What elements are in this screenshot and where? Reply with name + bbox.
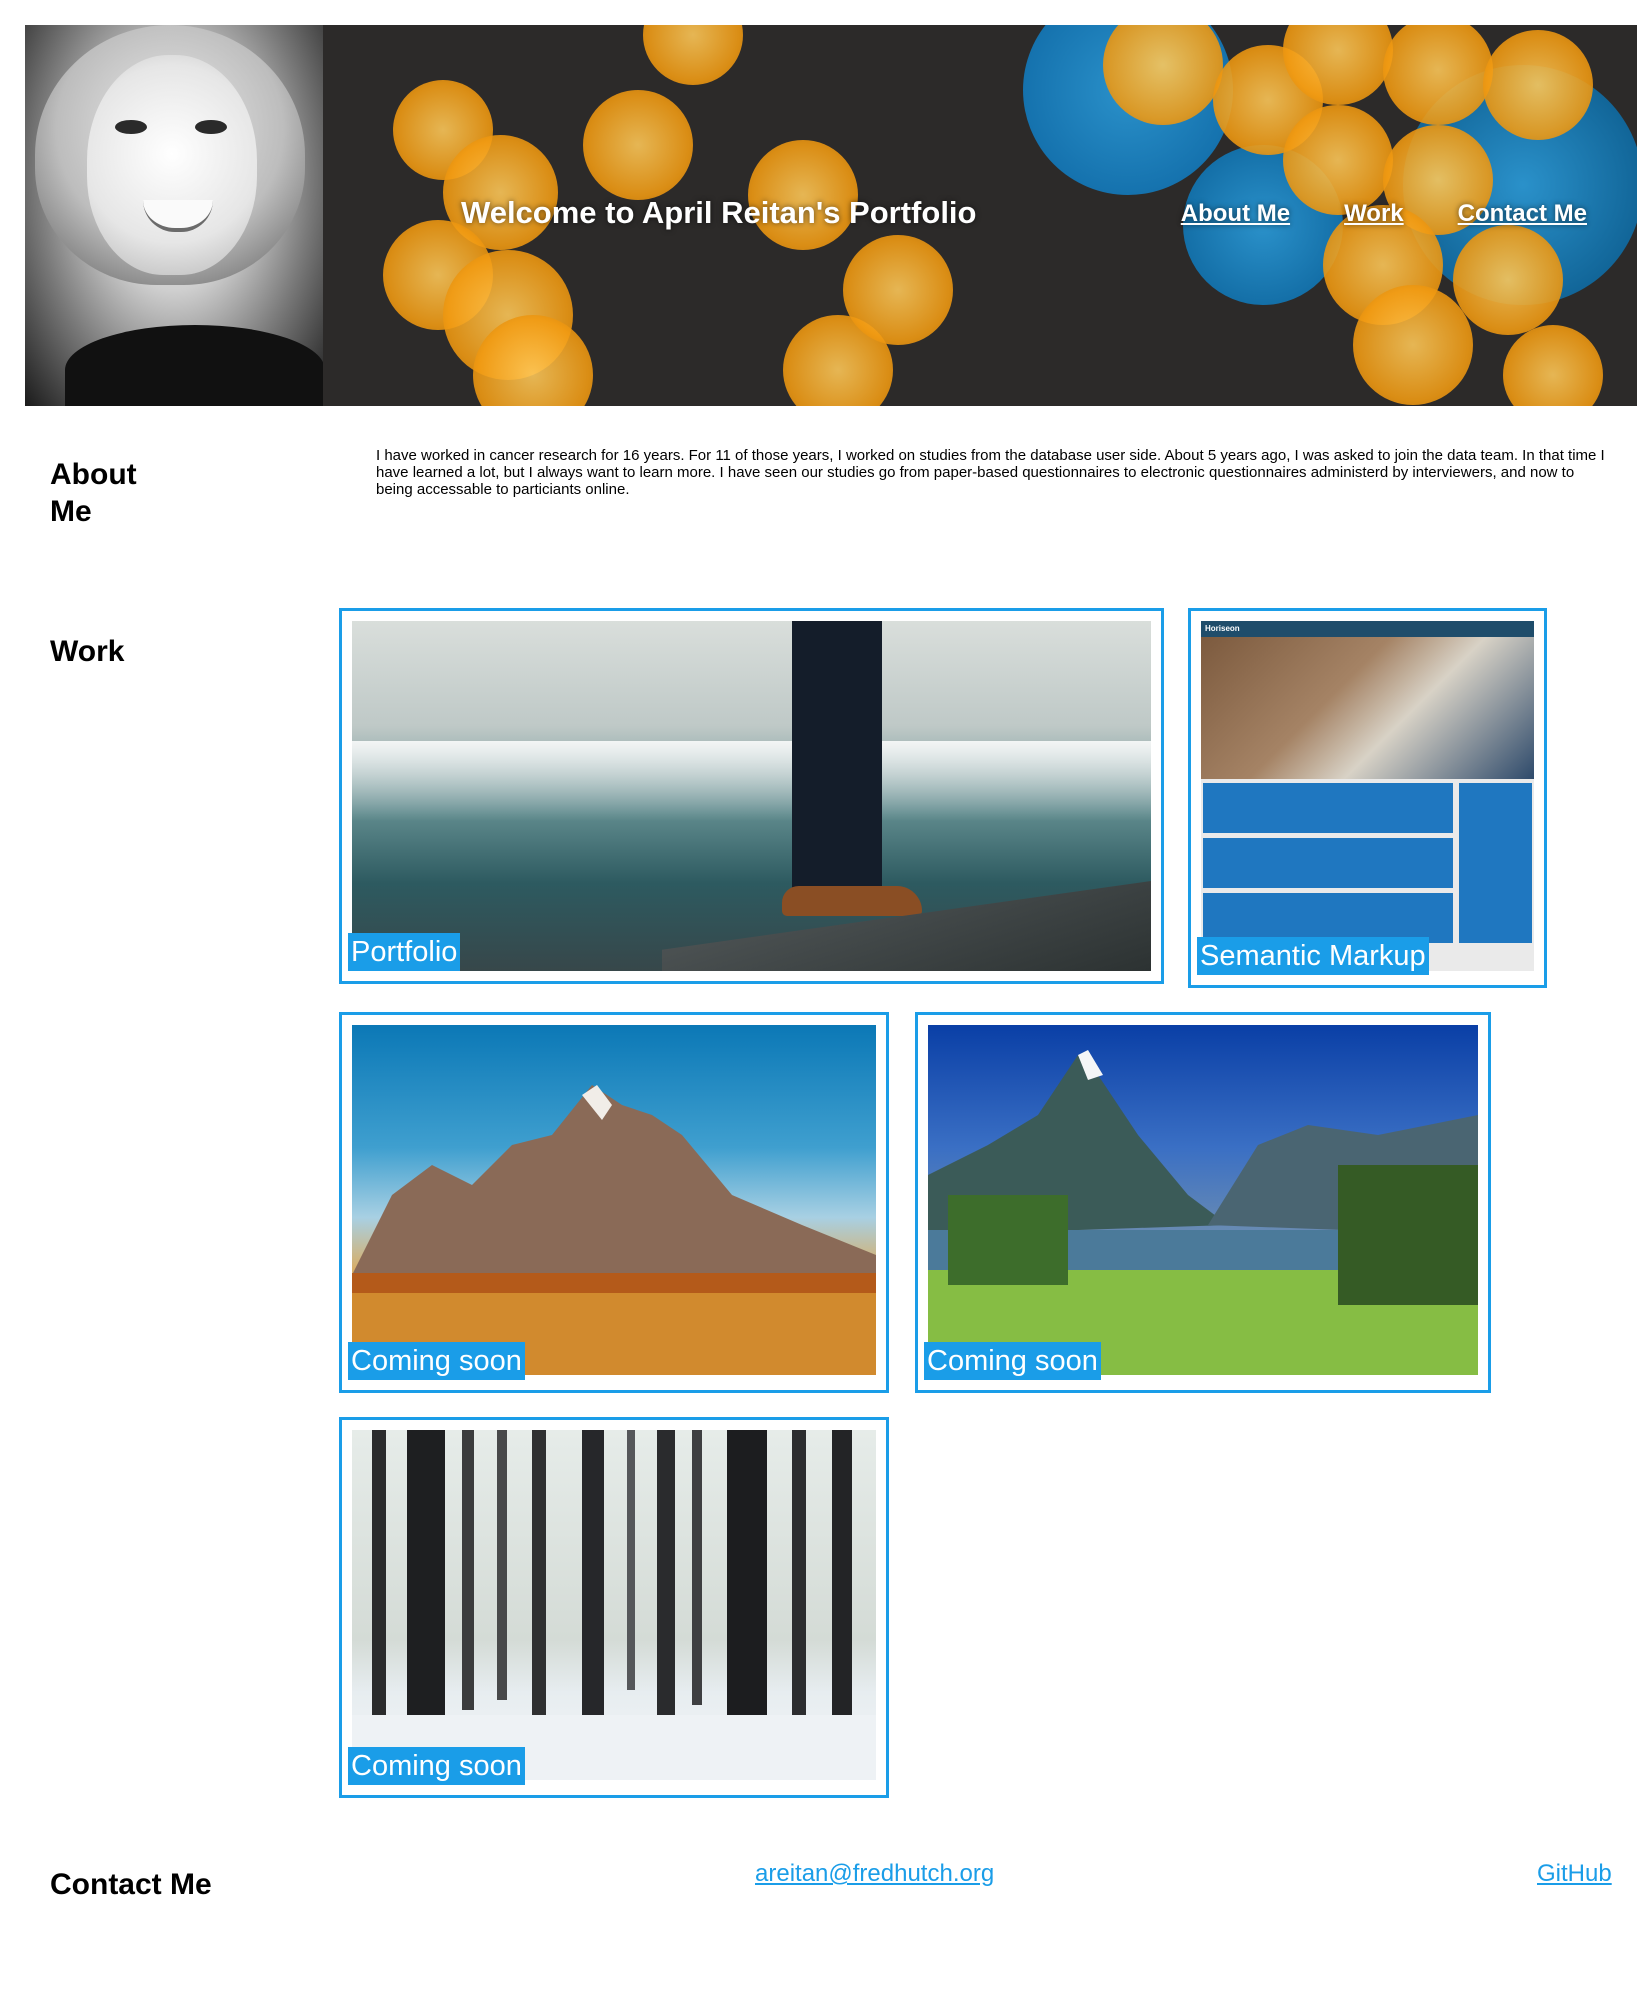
about-me-heading: About Me: [50, 458, 137, 528]
horiseon-screenshot-image: Horiseon: [1201, 621, 1534, 971]
project-caption: Semantic Markup: [1197, 937, 1429, 975]
mountain-hiker-image: [352, 621, 1151, 971]
nav-contact-me-link[interactable]: Contact Me: [1458, 200, 1587, 228]
fjord-mountain-image: [928, 1025, 1478, 1375]
project-card-coming-soon[interactable]: Coming soon: [915, 1012, 1491, 1393]
project-caption: Coming soon: [924, 1342, 1101, 1380]
winter-forest-image: [352, 1430, 876, 1780]
project-card-coming-soon[interactable]: Coming soon: [339, 1417, 889, 1798]
nav-about-me-link[interactable]: About Me: [1181, 200, 1290, 228]
main-nav: About Me Work Contact Me: [1181, 200, 1587, 228]
bokeh-banner-image: Welcome to April Reitan's Portfolio Abou…: [323, 25, 1637, 406]
nav-work-link[interactable]: Work: [1344, 200, 1404, 228]
work-heading: Work: [50, 635, 125, 668]
project-caption: Coming soon: [348, 1342, 525, 1380]
project-caption: Coming soon: [348, 1747, 525, 1785]
grand-teton-mountain-image: [352, 1025, 876, 1375]
project-card-semantic-markup[interactable]: Horiseon Semantic Markup: [1188, 608, 1547, 988]
project-card-portfolio[interactable]: Portfolio: [339, 608, 1164, 984]
project-caption: Portfolio: [348, 933, 461, 971]
about-me-text: I have worked in cancer research for 16 …: [376, 447, 1605, 498]
email-link[interactable]: areitan@fredhutch.org: [755, 1860, 994, 1888]
project-card-coming-soon[interactable]: Coming soon: [339, 1012, 889, 1393]
contact-me-heading: Contact Me: [50, 1868, 212, 1901]
page-header: Welcome to April Reitan's Portfolio Abou…: [25, 25, 1637, 406]
welcome-heading: Welcome to April Reitan's Portfolio: [461, 195, 977, 230]
profile-photo: [25, 25, 323, 406]
github-link[interactable]: GitHub: [1537, 1860, 1612, 1888]
